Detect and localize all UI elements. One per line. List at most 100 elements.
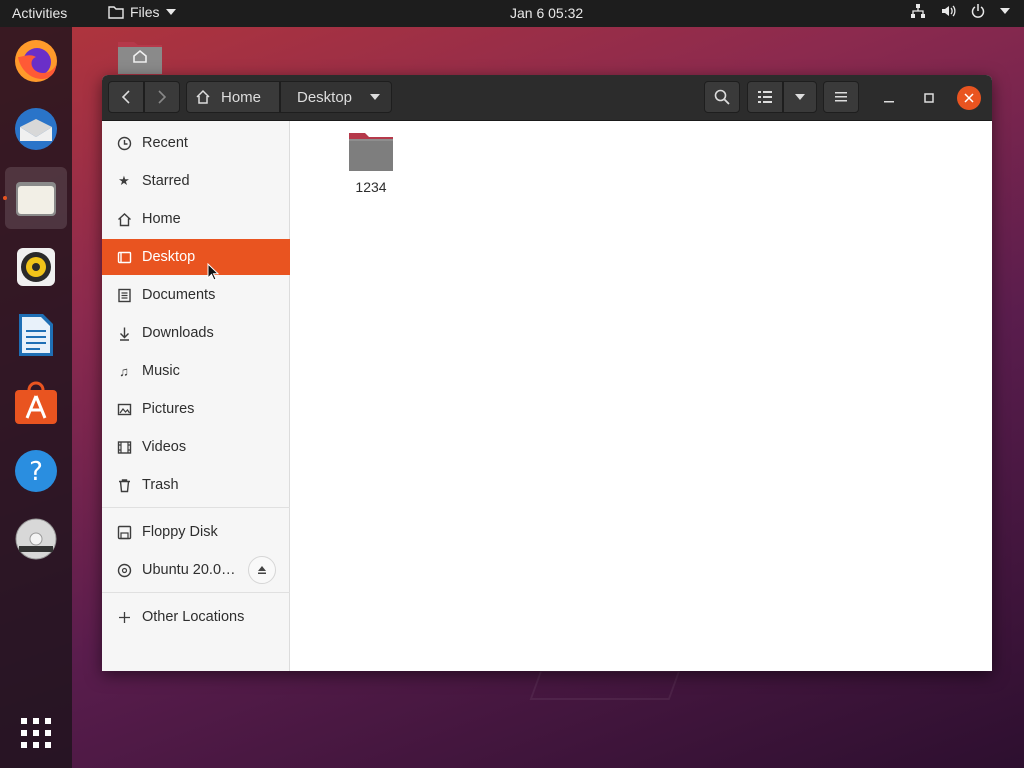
svg-text:?: ? <box>29 457 43 487</box>
dock-show-applications[interactable] <box>10 707 62 759</box>
video-icon <box>116 439 132 455</box>
sidebar-separator <box>102 592 290 593</box>
music-icon: ♫ <box>119 363 129 379</box>
sidebar-item-label: Ubuntu 20.0… <box>142 562 236 578</box>
sidebar-item-desktop[interactable]: Desktop <box>102 239 290 275</box>
list-view-icon <box>758 91 772 103</box>
sidebar-item-label: Music <box>142 363 180 379</box>
sidebar-item-label: Home <box>142 211 181 227</box>
top-bar: Activities Files Jan 6 05:32 <box>0 0 1024 27</box>
app-menu-label: Files <box>130 4 160 20</box>
eject-icon <box>258 566 266 574</box>
picture-icon <box>116 401 132 417</box>
view-options-button[interactable] <box>783 81 817 113</box>
dock-ubuntu-software[interactable] <box>10 377 62 429</box>
file-item[interactable]: 1234 <box>326 129 416 195</box>
search-icon <box>714 89 730 105</box>
sidebar: Recent ★ Starred Home Desktop Documents … <box>102 121 290 671</box>
show-applications-icon <box>21 718 51 748</box>
sidebar-item-label: Other Locations <box>142 609 245 625</box>
wallpaper-shape <box>529 670 681 700</box>
main-menu-button[interactable] <box>823 81 859 113</box>
sidebar-item-label: Recent <box>142 135 188 151</box>
dvd-icon <box>15 518 57 560</box>
dock-dvd[interactable] <box>10 513 62 565</box>
chevron-down-icon <box>1000 8 1010 14</box>
sidebar-item-label: Desktop <box>142 249 196 265</box>
rhythmbox-icon <box>17 248 55 286</box>
file-item-label: 1234 <box>355 179 387 195</box>
network-icon <box>911 4 925 18</box>
sidebar-separator <box>102 507 290 508</box>
sidebar-item-label: Documents <box>142 287 216 303</box>
back-button[interactable] <box>108 81 144 113</box>
document-icon <box>116 287 132 303</box>
ubuntu-software-icon <box>15 381 57 424</box>
desktop-home-folder[interactable] <box>117 38 163 74</box>
home-icon <box>196 89 210 104</box>
sidebar-item-floppy-disk[interactable]: Floppy Disk <box>102 514 290 550</box>
sidebar-item-ubuntu-disc[interactable]: Ubuntu 20.0… <box>102 552 290 588</box>
sidebar-item-label: Trash <box>142 477 179 493</box>
dock-files[interactable] <box>5 167 67 229</box>
disc-icon <box>116 562 132 578</box>
close-icon <box>964 93 974 103</box>
path-desktop-button[interactable]: Desktop <box>280 81 392 113</box>
sidebar-item-label: Floppy Disk <box>142 524 218 540</box>
path-home-button[interactable]: Home <box>186 81 280 113</box>
volume-icon <box>942 5 956 17</box>
file-view: 1234 <box>290 121 992 671</box>
mouse-cursor-icon <box>207 263 219 281</box>
hamburger-icon <box>835 92 847 102</box>
sidebar-item-label: Videos <box>142 439 187 455</box>
dock: ? <box>0 27 72 768</box>
view-list-button[interactable] <box>747 81 783 113</box>
dock-firefox[interactable] <box>10 35 62 87</box>
desktop-icon <box>116 249 132 265</box>
sidebar-item-pictures[interactable]: Pictures <box>102 391 290 427</box>
sidebar-item-starred[interactable]: ★ Starred <box>102 163 290 199</box>
sidebar-item-downloads[interactable]: Downloads <box>102 315 290 351</box>
firefox-icon <box>15 40 57 82</box>
dock-rhythmbox[interactable] <box>10 241 62 293</box>
download-icon <box>116 325 132 341</box>
sidebar-item-label: Pictures <box>142 401 195 417</box>
folder-icon <box>108 6 124 19</box>
folder-icon <box>349 133 393 171</box>
search-button[interactable] <box>704 81 740 113</box>
home-icon <box>116 211 132 227</box>
clock-icon <box>116 135 132 151</box>
sidebar-item-label: Starred <box>142 173 190 189</box>
sidebar-item-trash[interactable]: Trash <box>102 467 290 503</box>
dock-thunderbird[interactable] <box>10 103 62 155</box>
sidebar-item-home[interactable]: Home <box>102 201 290 237</box>
system-menu[interactable] <box>910 3 1010 19</box>
dock-help[interactable]: ? <box>10 445 62 497</box>
path-home-label: Home <box>221 88 262 106</box>
minimize-button[interactable] <box>877 86 901 110</box>
app-menu[interactable]: Files <box>108 4 176 20</box>
header-bar: Home Desktop <box>102 75 992 121</box>
sidebar-item-label: Downloads <box>142 325 214 341</box>
sidebar-item-videos[interactable]: Videos <box>102 429 290 465</box>
plus-icon <box>116 609 132 625</box>
activities-button[interactable]: Activities <box>12 5 67 21</box>
eject-button[interactable] <box>248 556 276 584</box>
chevron-down-icon <box>795 94 805 100</box>
forward-button[interactable] <box>144 81 180 113</box>
sidebar-item-documents[interactable]: Documents <box>102 277 290 313</box>
sidebar-item-other-locations[interactable]: Other Locations <box>102 599 290 635</box>
help-icon: ? <box>15 450 57 492</box>
dock-libreoffice-writer[interactable] <box>10 309 62 361</box>
minimize-icon <box>884 101 894 103</box>
close-button[interactable] <box>957 86 981 110</box>
files-window: Home Desktop Recent ★ Starred Home Deskt… <box>102 75 992 671</box>
sidebar-item-recent[interactable]: Recent <box>102 125 290 161</box>
sidebar-item-music[interactable]: ♫ Music <box>102 353 290 389</box>
clock[interactable]: Jan 6 05:32 <box>510 5 583 21</box>
maximize-button[interactable] <box>917 86 941 110</box>
floppy-icon <box>116 524 132 540</box>
libreoffice-writer-icon <box>19 314 53 356</box>
home-folder-icon <box>118 42 162 74</box>
star-icon: ★ <box>118 173 130 188</box>
